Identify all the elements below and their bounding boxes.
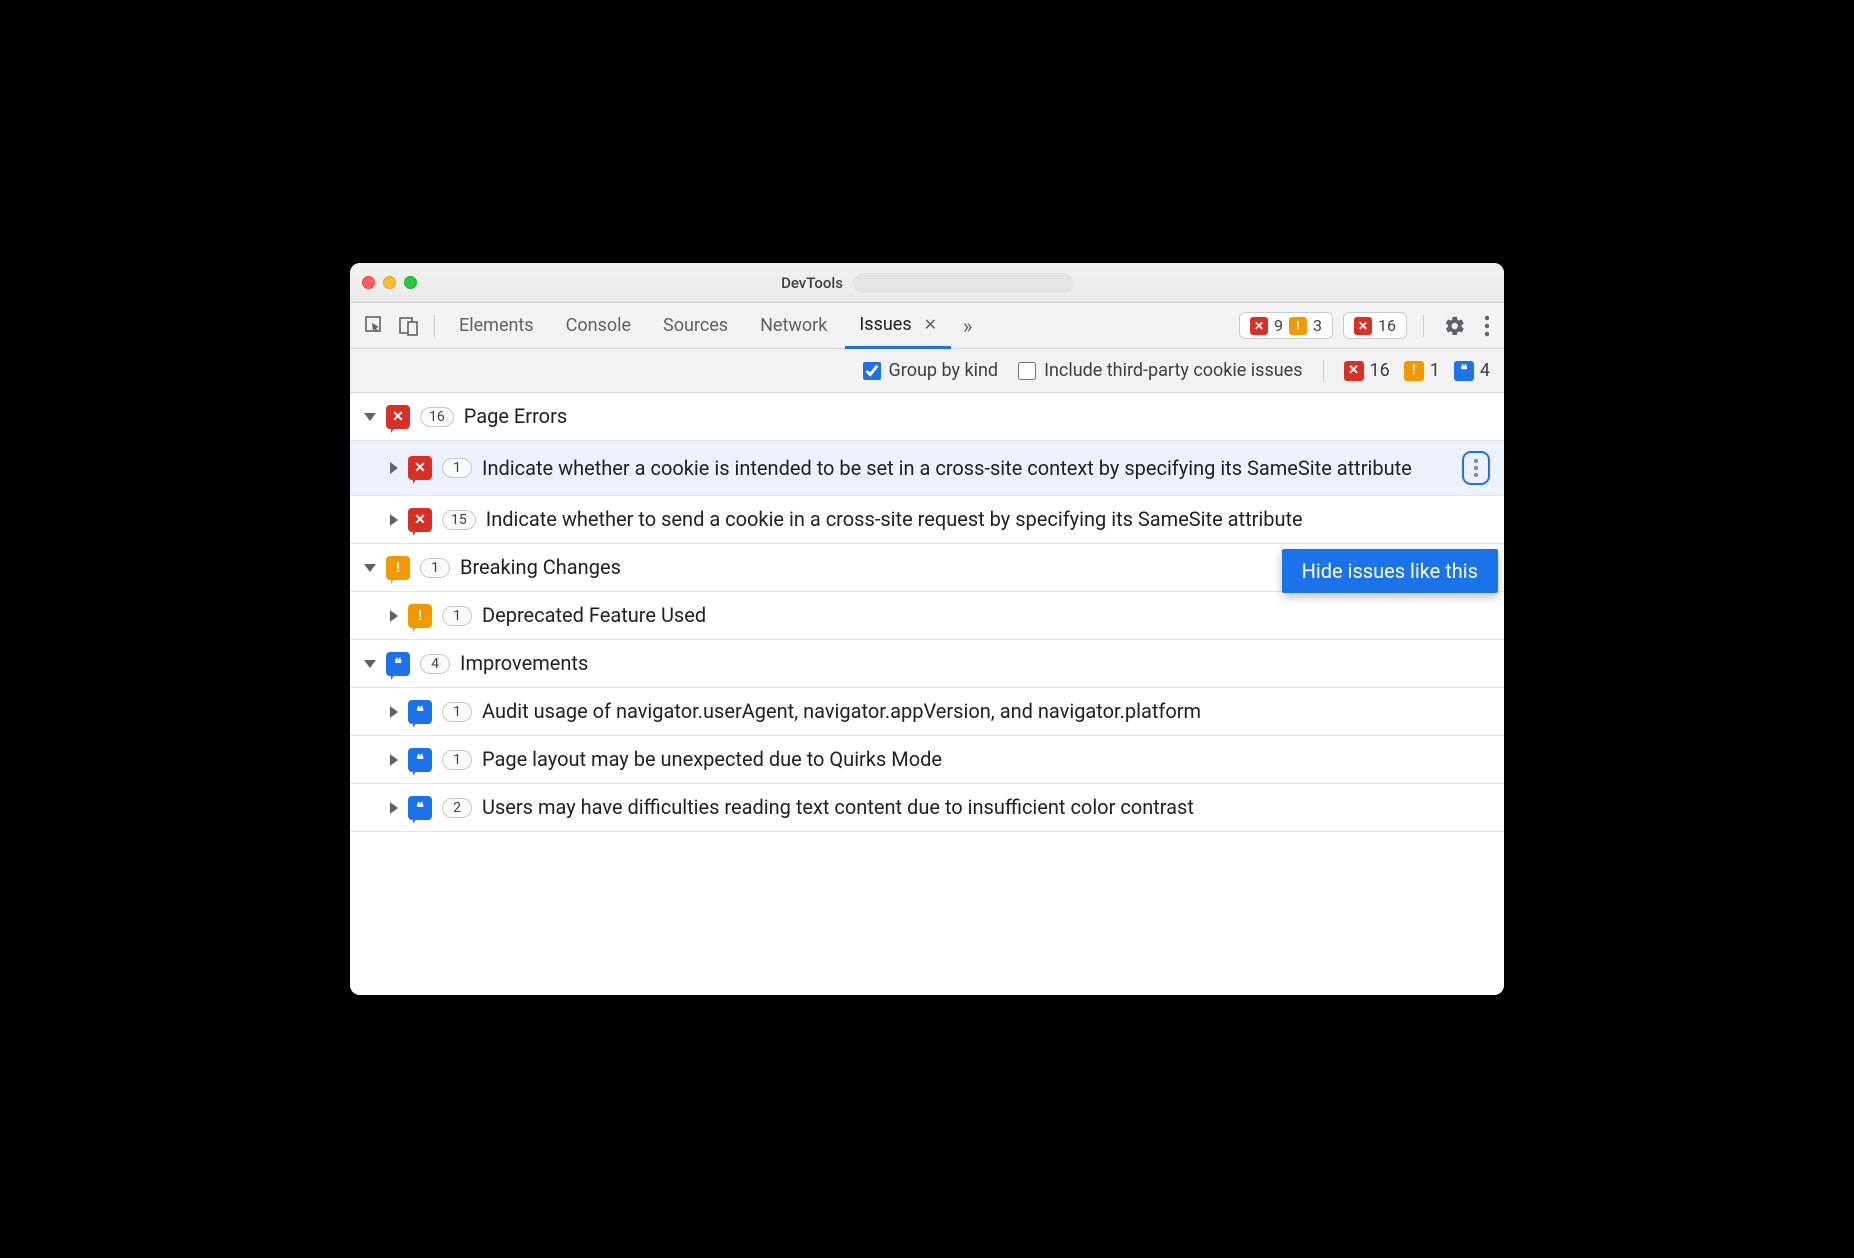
include-third-party-checkbox[interactable]: Include third-party cookie issues	[1018, 360, 1302, 381]
error-icon: ✕	[1344, 361, 1364, 381]
info-category-icon: ❝	[408, 700, 432, 724]
expand-icon	[390, 462, 398, 474]
issue-row[interactable]: ❝ 1 Audit usage of navigator.userAgent, na…	[350, 688, 1504, 736]
expand-icon	[390, 706, 398, 718]
separator	[1323, 360, 1324, 382]
tab-network[interactable]: Network	[746, 303, 841, 349]
group-header[interactable]: ✕ 16 Page Errors	[350, 393, 1504, 441]
warn-category-icon: !	[408, 604, 432, 628]
more-options-icon[interactable]	[1480, 315, 1494, 337]
checkbox-input[interactable]	[863, 362, 881, 380]
separator	[434, 315, 435, 337]
tab-issues[interactable]: Issues ✕	[845, 303, 951, 349]
close-icon[interactable]: ✕	[924, 315, 937, 334]
issue-text: Indicate whether to send a cookie in a c…	[486, 506, 1490, 533]
tabbar-right: ✕ 9 ! 3 ✕ 16	[1239, 311, 1494, 341]
warning-count: 3	[1313, 316, 1322, 335]
tab-label: Issues	[859, 314, 911, 335]
tab-console[interactable]: Console	[552, 303, 645, 349]
expand-icon	[390, 514, 398, 526]
issue-type-counts: ✕16 !1 ❝4	[1344, 360, 1490, 381]
window-title-blur	[853, 273, 1073, 293]
error-count: 9	[1274, 316, 1283, 335]
expand-icon	[390, 802, 398, 814]
settings-icon[interactable]	[1440, 311, 1470, 341]
issues-status-pill[interactable]: ✕ 16	[1343, 312, 1407, 339]
tab-elements[interactable]: Elements	[445, 303, 548, 349]
error-category-icon: ✕	[386, 405, 410, 429]
error-count[interactable]: ✕16	[1344, 360, 1390, 381]
issue-text: Indicate whether a cookie is intended to…	[482, 455, 1446, 482]
console-status-pill[interactable]: ✕ 9 ! 3	[1239, 312, 1333, 339]
issue-text: Users may have difficulties reading text…	[482, 794, 1490, 821]
expand-icon	[364, 413, 376, 421]
expand-icon	[364, 660, 376, 668]
issue-row[interactable]: ✕ 1 Indicate whether a cookie is intended …	[350, 441, 1504, 496]
group-label: Improvements	[460, 650, 1490, 677]
issue-options-icon[interactable]	[1462, 451, 1490, 485]
hide-issues-tooltip[interactable]: Hide issues like this	[1282, 549, 1498, 593]
issue-row[interactable]: ❝ 1 Page layout may be unexpected due to Q…	[350, 736, 1504, 784]
tabbar: Elements Console Sources Network Issues …	[350, 303, 1504, 349]
warn-count[interactable]: !1	[1404, 360, 1440, 381]
window-close-button[interactable]	[362, 276, 375, 289]
devtools-window: DevTools Elements Console Sources Networ…	[350, 263, 1504, 995]
issue-row[interactable]: ! 1 Deprecated Feature Used	[350, 592, 1504, 640]
warn-category-icon: !	[386, 556, 410, 580]
info-count[interactable]: ❝4	[1454, 360, 1490, 381]
group-label: Page Errors	[464, 403, 1490, 430]
error-category-icon: ✕	[408, 456, 432, 480]
count-pill: 1	[442, 750, 472, 770]
warning-icon: !	[1289, 317, 1307, 335]
count-pill: 2	[442, 798, 472, 818]
tab-label: Elements	[459, 315, 534, 336]
count-pill: 15	[442, 510, 476, 530]
issue-row[interactable]: ✕ 15 Indicate whether to send a cookie in …	[350, 496, 1504, 544]
window-minimize-button[interactable]	[383, 276, 396, 289]
expand-icon	[390, 754, 398, 766]
tab-label: Network	[760, 315, 827, 336]
checkbox-input[interactable]	[1018, 362, 1036, 380]
count-pill: 1	[442, 702, 472, 722]
expand-icon	[390, 610, 398, 622]
issue-row[interactable]: ❝ 2 Users may have difficulties reading te…	[350, 784, 1504, 832]
tab-label: Sources	[663, 315, 728, 336]
info-icon: ❝	[1454, 361, 1474, 381]
group-by-kind-checkbox[interactable]: Group by kind	[863, 360, 999, 381]
issue-text: Page layout may be unexpected due to Qui…	[482, 746, 1490, 773]
issue-error-count: 16	[1378, 316, 1396, 335]
tab-label: Console	[566, 315, 631, 336]
error-icon: ✕	[1250, 317, 1268, 335]
inspect-element-icon[interactable]	[360, 311, 390, 341]
tab-sources[interactable]: Sources	[649, 303, 742, 349]
issue-error-icon: ✕	[1354, 317, 1372, 335]
issue-text: Audit usage of navigator.userAgent, navi…	[482, 698, 1490, 725]
count-pill: 1	[420, 558, 450, 578]
window-maximize-button[interactable]	[404, 276, 417, 289]
error-category-icon: ✕	[408, 508, 432, 532]
device-toolbar-icon[interactable]	[394, 311, 424, 341]
info-category-icon: ❝	[408, 796, 432, 820]
warning-icon: !	[1404, 361, 1424, 381]
checkbox-label: Include third-party cookie issues	[1044, 360, 1302, 381]
more-tabs-icon[interactable]: »	[955, 314, 980, 338]
window-title: DevTools	[781, 274, 843, 292]
info-category-icon: ❝	[386, 652, 410, 676]
group-header[interactable]: ❝ 4 Improvements	[350, 640, 1504, 688]
count-pill: 16	[420, 407, 454, 427]
options-bar: Group by kind Include third-party cookie…	[350, 349, 1504, 393]
window-controls	[362, 276, 417, 289]
issues-list: ✕ 16 Page Errors ✕ 1 Indicate whether a cooki…	[350, 393, 1504, 995]
count-pill: 1	[442, 458, 472, 478]
separator	[1423, 315, 1424, 337]
tooltip-label: Hide issues like this	[1302, 559, 1478, 583]
titlebar: DevTools	[350, 263, 1504, 303]
issue-text: Deprecated Feature Used	[482, 602, 1490, 629]
expand-icon	[364, 564, 376, 572]
count-pill: 1	[442, 606, 472, 626]
info-category-icon: ❝	[408, 748, 432, 772]
checkbox-label: Group by kind	[889, 360, 999, 381]
count-pill: 4	[420, 654, 450, 674]
